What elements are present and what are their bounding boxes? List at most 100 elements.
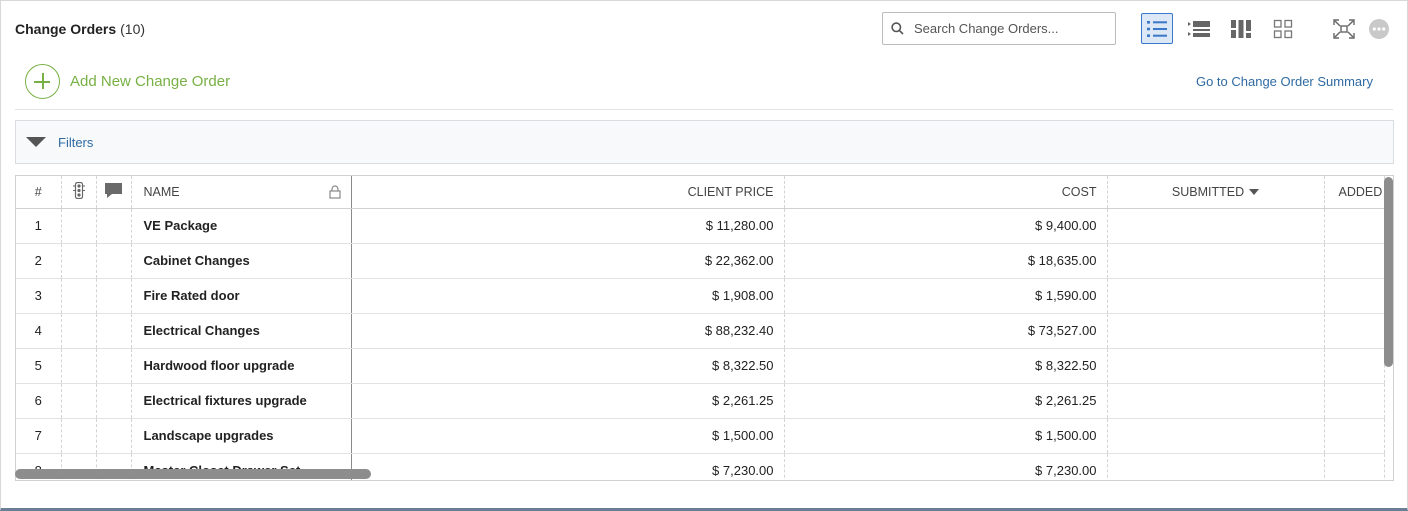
table-header-row: # NAME CLIENT PRICE COST SUBMITTED ADDED bbox=[16, 176, 1385, 209]
list-view-button[interactable] bbox=[1141, 13, 1173, 44]
submitted-cell bbox=[1107, 278, 1325, 314]
column-header-submitted[interactable]: SUBMITTED bbox=[1107, 176, 1325, 209]
submitted-cell bbox=[1107, 348, 1325, 384]
added-cell bbox=[1324, 348, 1385, 384]
status-cell bbox=[61, 418, 97, 454]
search-box[interactable] bbox=[882, 12, 1116, 45]
change-order-name[interactable]: Hardwood floor upgrade bbox=[131, 348, 352, 384]
lock-icon bbox=[328, 185, 341, 199]
change-order-name[interactable]: Cabinet Changes bbox=[131, 243, 352, 279]
submitted-cell bbox=[1107, 208, 1325, 244]
added-cell bbox=[1324, 243, 1385, 279]
table-row[interactable]: 7 Landscape upgrades $ 1,500.00 $ 1,500.… bbox=[16, 418, 1385, 454]
client-price-cell: $ 7,230.00 bbox=[351, 453, 785, 480]
change-order-name[interactable]: Electrical fixtures upgrade bbox=[131, 383, 352, 419]
client-price-cell: $ 11,280.00 bbox=[351, 208, 785, 244]
client-price-cell: $ 1,500.00 bbox=[351, 418, 785, 454]
column-header-added[interactable]: ADDED bbox=[1324, 176, 1385, 209]
column-header-client-price[interactable]: CLIENT PRICE bbox=[351, 176, 785, 209]
column-header-submitted-label: SUBMITTED bbox=[1171, 184, 1245, 199]
table-row[interactable]: 2 Cabinet Changes $ 22,362.00 $ 18,635.0… bbox=[16, 243, 1385, 279]
search-input[interactable] bbox=[914, 21, 1104, 36]
status-cell bbox=[61, 313, 97, 349]
board-view-button[interactable] bbox=[1225, 13, 1257, 44]
list-view-icon bbox=[1147, 20, 1167, 37]
cost-cell: $ 9,400.00 bbox=[784, 208, 1108, 244]
page-title: Change Orders bbox=[15, 21, 117, 37]
add-change-order-button[interactable]: Add New Change Order bbox=[25, 64, 230, 99]
search-icon bbox=[891, 22, 904, 35]
expand-icon bbox=[1333, 18, 1355, 39]
submitted-cell bbox=[1107, 453, 1325, 480]
add-change-order-label: Add New Change Order bbox=[70, 73, 231, 90]
grid-view-button[interactable] bbox=[1267, 13, 1299, 44]
comments-cell bbox=[96, 208, 132, 244]
comments-cell bbox=[96, 418, 132, 454]
table-row[interactable]: 5 Hardwood floor upgrade $ 8,322.50 $ 8,… bbox=[16, 348, 1385, 384]
cost-cell: $ 8,322.50 bbox=[784, 348, 1108, 384]
column-header-number[interactable]: # bbox=[16, 176, 62, 209]
row-number: 1 bbox=[16, 208, 62, 244]
section-divider bbox=[15, 109, 1393, 110]
panel-header: Change Orders (10) bbox=[15, 19, 145, 39]
added-cell bbox=[1324, 418, 1385, 454]
change-order-name[interactable]: VE Package bbox=[131, 208, 352, 244]
cost-cell: $ 73,527.00 bbox=[784, 313, 1108, 349]
cost-cell: $ 2,261.25 bbox=[784, 383, 1108, 419]
submitted-cell bbox=[1107, 383, 1325, 419]
added-cell bbox=[1324, 208, 1385, 244]
more-options-icon bbox=[1369, 18, 1389, 39]
comments-cell bbox=[96, 348, 132, 384]
grid-view-icon bbox=[1273, 19, 1293, 38]
column-header-name[interactable]: NAME bbox=[131, 176, 352, 209]
board-view-icon bbox=[1231, 19, 1251, 38]
caret-down-icon bbox=[26, 137, 46, 147]
vertical-scrollbar[interactable] bbox=[1384, 177, 1393, 367]
status-cell bbox=[61, 278, 97, 314]
expand-button[interactable] bbox=[1328, 13, 1360, 44]
table-row[interactable]: 4 Electrical Changes $ 88,232.40 $ 73,52… bbox=[16, 313, 1385, 349]
client-price-cell: $ 2,261.25 bbox=[351, 383, 785, 419]
sort-desc-icon bbox=[1249, 189, 1260, 196]
table-row[interactable]: 6 Electrical fixtures upgrade $ 2,261.25… bbox=[16, 383, 1385, 419]
traffic-light-icon bbox=[72, 181, 85, 199]
add-circle-icon bbox=[25, 64, 60, 99]
row-number: 4 bbox=[16, 313, 62, 349]
row-number: 2 bbox=[16, 243, 62, 279]
client-price-cell: $ 1,908.00 bbox=[351, 278, 785, 314]
more-options-button[interactable] bbox=[1363, 13, 1395, 44]
client-price-cell: $ 88,232.40 bbox=[351, 313, 785, 349]
added-cell bbox=[1324, 383, 1385, 419]
filters-toggle[interactable]: Filters bbox=[15, 120, 1394, 164]
added-cell bbox=[1324, 313, 1385, 349]
change-order-summary-link[interactable]: Go to Change Order Summary bbox=[1196, 74, 1373, 89]
column-header-comments[interactable] bbox=[96, 176, 132, 209]
detail-list-view-button[interactable] bbox=[1183, 13, 1215, 44]
comments-cell bbox=[96, 278, 132, 314]
comment-icon bbox=[105, 182, 122, 198]
added-cell bbox=[1324, 453, 1385, 480]
status-cell bbox=[61, 383, 97, 419]
change-order-name[interactable]: Electrical Changes bbox=[131, 313, 352, 349]
change-order-name[interactable]: Landscape upgrades bbox=[131, 418, 352, 454]
detail-list-view-icon bbox=[1188, 20, 1210, 37]
column-header-cost[interactable]: COST bbox=[784, 176, 1108, 209]
status-cell bbox=[61, 348, 97, 384]
client-price-cell: $ 8,322.50 bbox=[351, 348, 785, 384]
added-cell bbox=[1324, 278, 1385, 314]
status-cell bbox=[61, 243, 97, 279]
status-cell bbox=[61, 208, 97, 244]
table-row[interactable]: 1 VE Package $ 11,280.00 $ 9,400.00 bbox=[16, 208, 1385, 244]
horizontal-scrollbar[interactable] bbox=[15, 469, 371, 479]
table-row[interactable]: 3 Fire Rated door $ 1,908.00 $ 1,590.00 bbox=[16, 278, 1385, 314]
submitted-cell bbox=[1107, 243, 1325, 279]
change-order-name[interactable]: Fire Rated door bbox=[131, 278, 352, 314]
cost-cell: $ 1,590.00 bbox=[784, 278, 1108, 314]
row-number: 6 bbox=[16, 383, 62, 419]
comments-cell bbox=[96, 313, 132, 349]
row-number: 7 bbox=[16, 418, 62, 454]
filters-label: Filters bbox=[58, 134, 94, 150]
comments-cell bbox=[96, 383, 132, 419]
column-header-status[interactable] bbox=[61, 176, 97, 209]
change-orders-table: # NAME CLIENT PRICE COST SUBMITTED ADDED… bbox=[15, 175, 1394, 481]
